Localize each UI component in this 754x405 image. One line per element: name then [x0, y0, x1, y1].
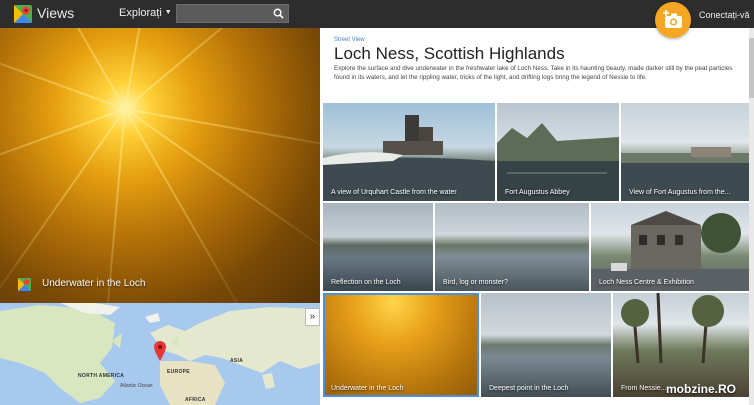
map-label-europe: EUROPE	[167, 369, 190, 375]
maps-small-icon	[18, 278, 31, 291]
panel-scrollbar[interactable]	[749, 28, 754, 405]
tile-caption: View of Fort Augustus from the...	[629, 189, 731, 196]
light-ray	[0, 108, 126, 303]
photo-tile[interactable]: View of Fort Augustus from the...	[621, 103, 749, 201]
map-label-africa: AFRICA	[185, 397, 206, 403]
map-label-atlantic: Atlantic Ocean	[120, 383, 153, 389]
photo-tile[interactable]: Loch Ness Centre & Exhibition	[591, 203, 749, 291]
light-ray	[124, 108, 320, 259]
light-ray	[124, 28, 320, 110]
photo-tile[interactable]: Reflection on the Loch	[323, 203, 433, 291]
collection-description: Explore the surface and dive underwater …	[334, 65, 733, 81]
collection-subtitle[interactable]: Street View	[334, 37, 365, 43]
light-ray	[0, 108, 126, 199]
double-chevron-right-icon: »	[309, 311, 316, 322]
collection-title: Loch Ness, Scottish Highlands	[334, 44, 565, 63]
light-ray	[124, 108, 256, 303]
search-box	[176, 4, 289, 23]
tile-caption: Bird, log or monster?	[443, 279, 508, 286]
castle-photo	[323, 115, 495, 201]
tile-caption: From Nessie...	[621, 385, 667, 392]
map-label-north-america: NORTH AMERICA	[78, 373, 125, 379]
explore-menu[interactable]: Explorați ▼	[119, 7, 172, 19]
expand-map-button[interactable]: »	[305, 308, 320, 326]
hero-caption: Underwater in the Loch	[42, 278, 146, 289]
scrollbar-thumb[interactable]	[749, 38, 754, 98]
tile-caption: Deepest point in the Loch	[489, 385, 569, 392]
signin-link[interactable]: Conectați-vă	[699, 10, 750, 20]
photo-tile[interactable]: Deepest point in the Loch	[481, 293, 611, 397]
watermark: mobzine.RO	[666, 382, 737, 396]
map-label-asia: ASIA	[230, 358, 244, 364]
photo-tile[interactable]: Bird, log or monster?	[435, 203, 589, 291]
caret-down-icon: ▼	[164, 9, 172, 16]
tile-caption: Loch Ness Centre & Exhibition	[599, 279, 694, 286]
camera-plus-icon	[663, 10, 682, 28]
tile-caption: A view of Urquhart Castle from the water	[331, 189, 457, 196]
search-input[interactable]	[177, 5, 272, 22]
tile-caption: Fort Augustus Abbey	[505, 189, 570, 196]
tile-caption: Reflection on the Loch	[331, 279, 401, 286]
maps-logo-icon[interactable]	[14, 5, 32, 23]
hero-image[interactable]	[0, 28, 320, 303]
light-ray	[124, 28, 172, 110]
photo-tile[interactable]: A view of Urquhart Castle from the water	[323, 103, 495, 201]
add-photo-button[interactable]	[655, 2, 691, 38]
explore-label: Explorați	[119, 7, 162, 19]
fort-augustus-photo	[621, 147, 749, 201]
photo-tile-selected[interactable]: Underwater in the Loch	[323, 293, 479, 397]
light-ray	[124, 108, 320, 156]
exhibition-building-photo	[591, 211, 749, 291]
tile-caption: Underwater in the Loch	[331, 385, 404, 392]
top-bar: Views Explorați ▼ Conectați-vă	[0, 0, 754, 28]
brand-title[interactable]: Views	[37, 5, 74, 21]
search-icon[interactable]	[273, 8, 284, 19]
map-pin-icon[interactable]	[154, 341, 166, 361]
collection-panel: Street View Loch Ness, Scottish Highland…	[320, 28, 754, 405]
photo-tile[interactable]: Fort Augustus Abbey	[497, 103, 619, 201]
location-map[interactable]: NORTH AMERICA EUROPE ASIA Atlantic Ocean…	[0, 303, 320, 405]
abbey-photo	[497, 123, 619, 201]
light-ray	[0, 28, 126, 110]
